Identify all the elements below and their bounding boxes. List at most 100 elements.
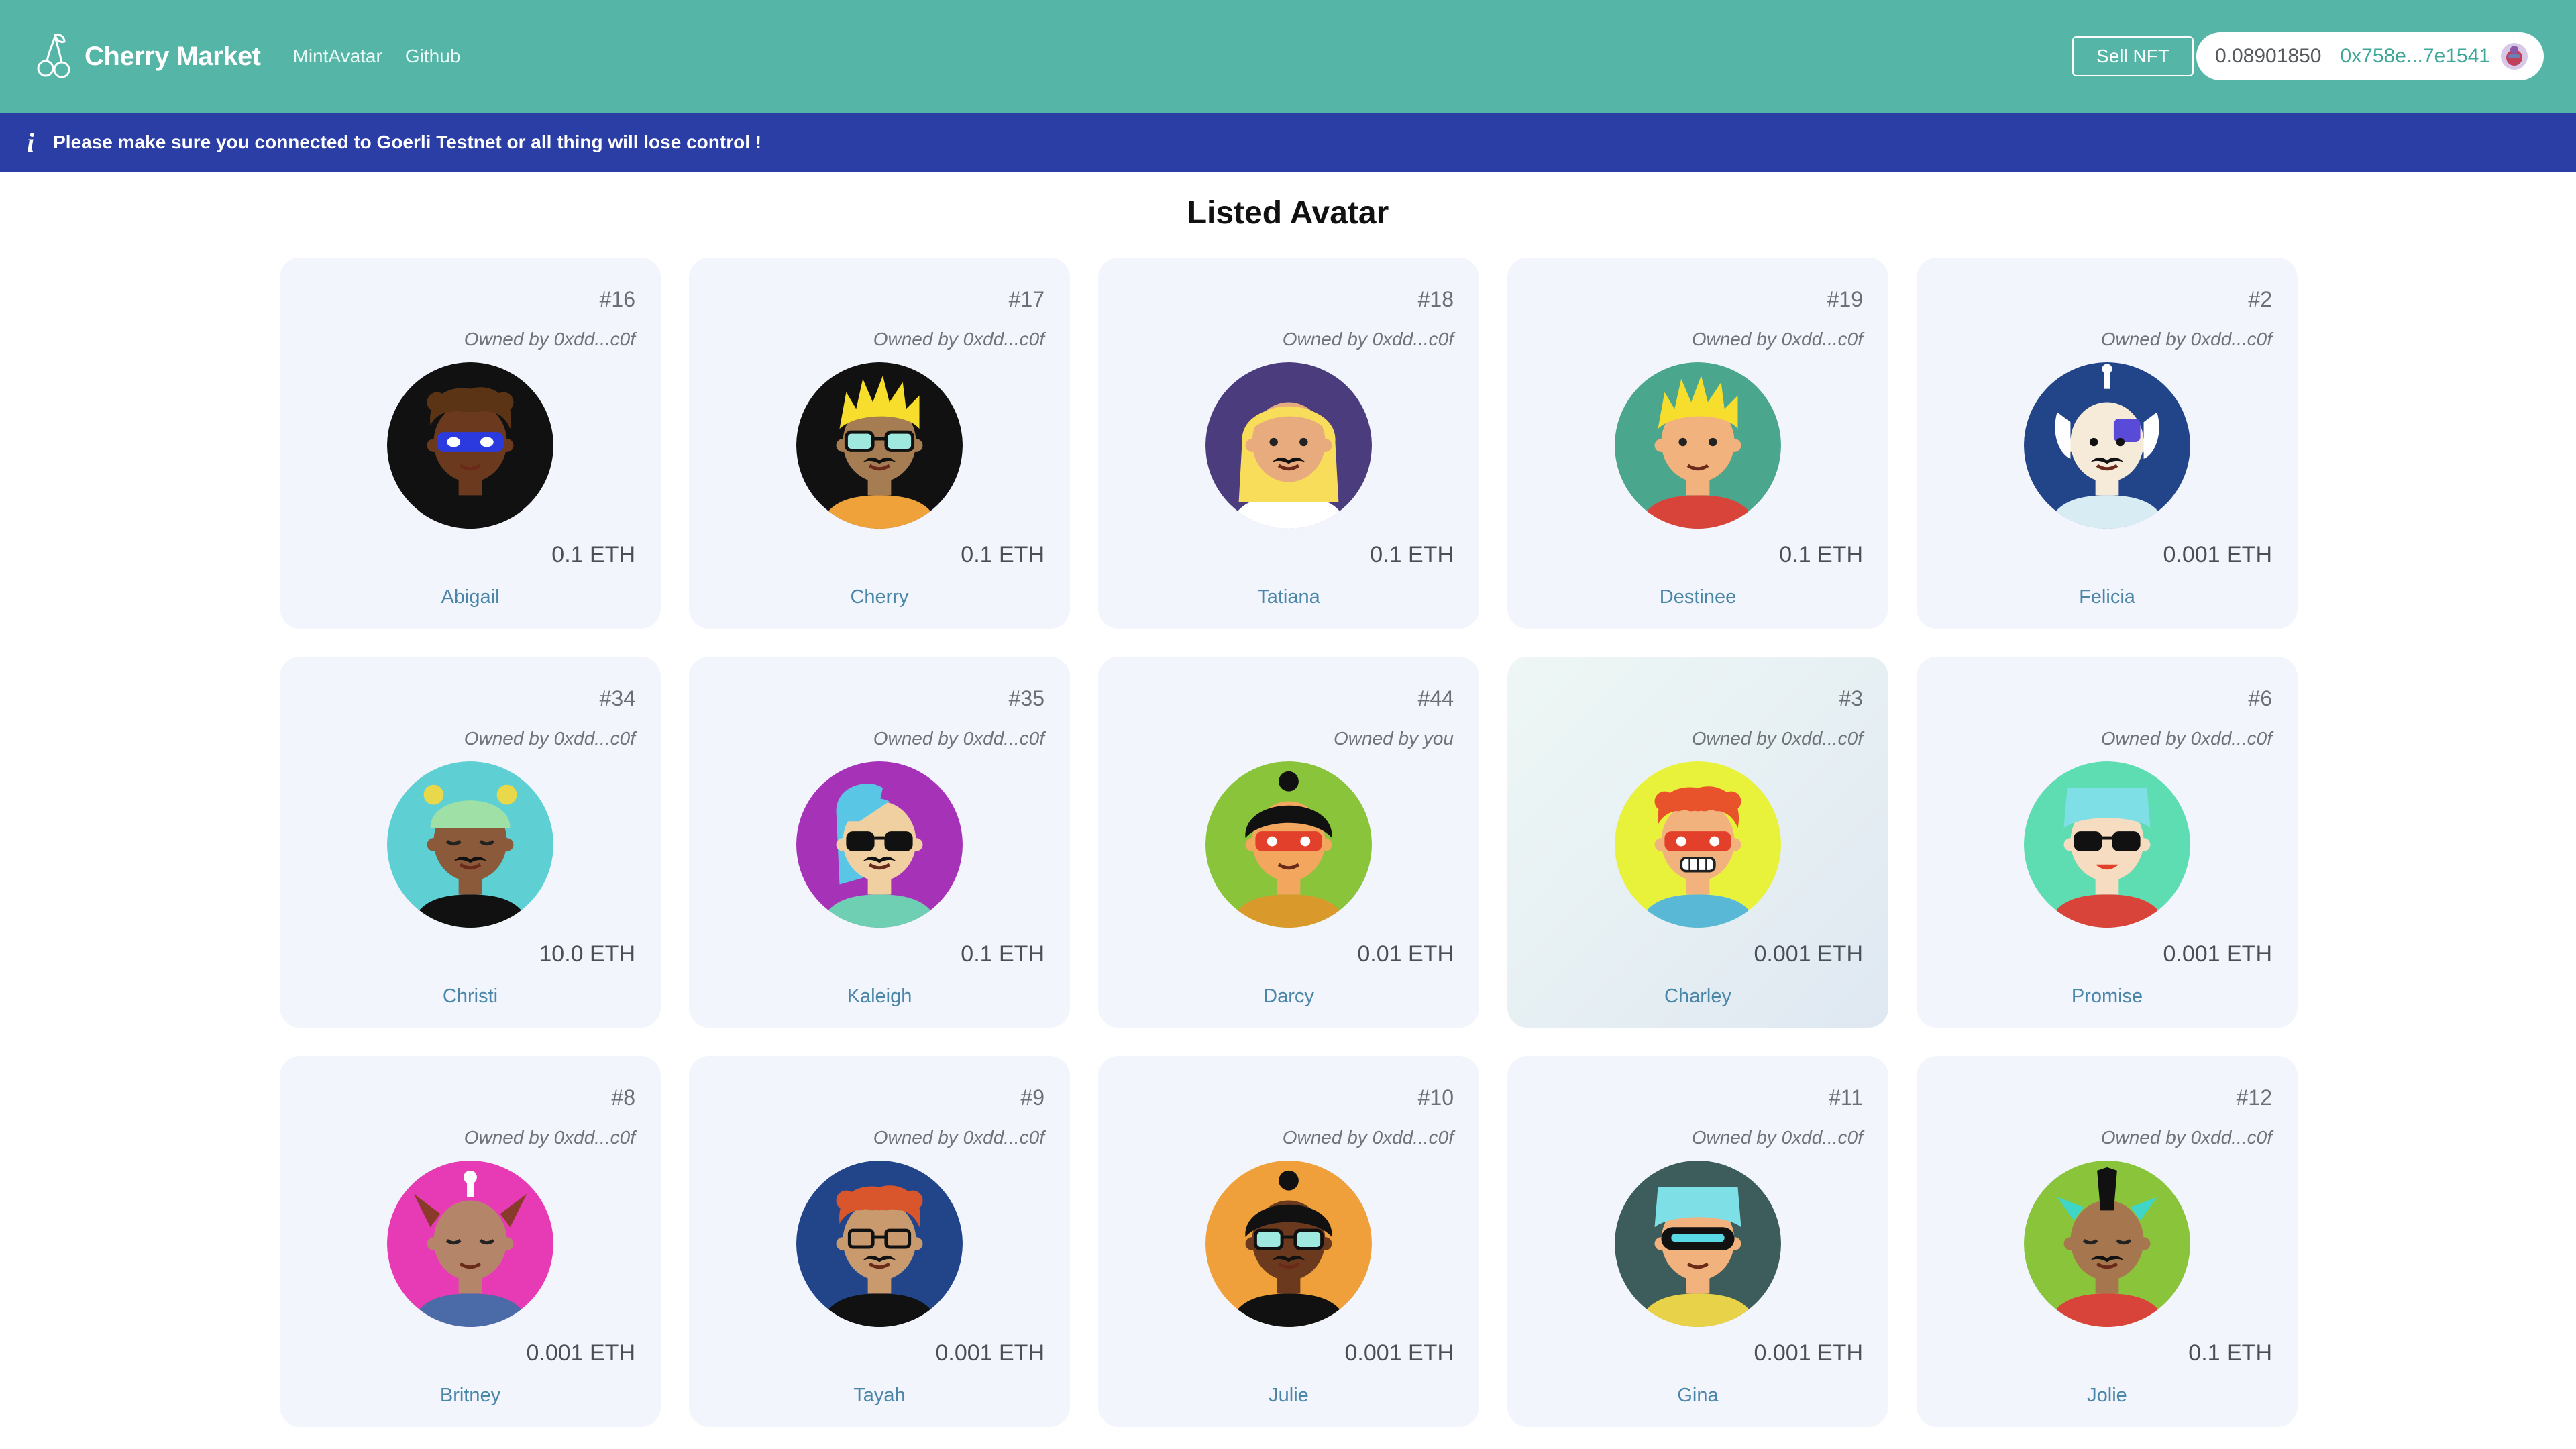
wallet-avatar-icon (2501, 43, 2528, 70)
brand[interactable]: Cherry Market (35, 32, 261, 80)
avatar-name-link[interactable]: Abigail (280, 586, 661, 608)
nav-link-github[interactable]: Github (405, 46, 461, 67)
token-id: #10 (1417, 1085, 1454, 1110)
avatar-name-link[interactable]: Jolie (1917, 1385, 2298, 1407)
avatar-name-link[interactable]: Darcy (1098, 985, 1479, 1008)
avatar-image (387, 362, 553, 529)
info-icon: i (27, 127, 35, 158)
wallet-pill[interactable]: 0.08901850 0x758e...7e1541 (2196, 32, 2544, 80)
token-id: #2 (2248, 287, 2272, 311)
avatar-image (1205, 362, 1372, 529)
token-id: #19 (1827, 287, 1863, 311)
price-label: 0.001 ETH (1344, 1340, 1454, 1366)
avatar-name-link[interactable]: Gina (1507, 1385, 1888, 1407)
avatar-card[interactable]: #10 Owned by 0xdd...c0f 0.001 ETH Julie (1098, 1056, 1479, 1427)
token-id: #18 (1417, 287, 1454, 311)
avatar-image (1615, 1161, 1781, 1327)
wallet-address[interactable]: 0x758e...7e1541 (2340, 45, 2490, 68)
owner-label: Owned by 0xdd...c0f (2100, 728, 2272, 749)
owner-label: Owned by 0xdd...c0f (1282, 1127, 1454, 1148)
price-label: 0.001 ETH (2163, 542, 2272, 568)
avatar-card[interactable]: #6 Owned by 0xdd...c0f 0.001 ETH Promise (1917, 657, 2298, 1028)
owner-label: Owned by 0xdd...c0f (2100, 329, 2272, 350)
price-label: 0.1 ETH (961, 542, 1044, 568)
price-label: 0.001 ETH (526, 1340, 635, 1366)
notice-text: Please make sure you connected to Goerli… (53, 131, 762, 152)
avatar-card[interactable]: #34 Owned by 0xdd...c0f 10.0 ETH Christi (280, 657, 661, 1028)
price-label: 0.1 ETH (551, 542, 635, 568)
avatar-image (796, 761, 963, 928)
brand-name: Cherry Market (85, 41, 261, 71)
avatar-name-link[interactable]: Destinee (1507, 586, 1888, 608)
owner-label: Owned by 0xdd...c0f (873, 329, 1044, 350)
avatar-image (2024, 1161, 2190, 1327)
avatar-name-link[interactable]: Kaleigh (689, 985, 1070, 1008)
price-label: 0.001 ETH (1754, 1340, 1863, 1366)
avatar-name-link[interactable]: Britney (280, 1385, 661, 1407)
avatar-name-link[interactable]: Tayah (689, 1385, 1070, 1407)
token-id: #8 (611, 1085, 635, 1110)
owner-label: Owned by 0xdd...c0f (464, 1127, 635, 1148)
price-label: 0.1 ETH (961, 941, 1044, 967)
nav-link-mint-avatar[interactable]: MintAvatar (293, 46, 382, 67)
avatar-card[interactable]: #35 Owned by 0xdd...c0f 0.1 ETH Kaleigh (689, 657, 1070, 1028)
avatar-card[interactable]: #9 Owned by 0xdd...c0f 0.001 ETH Tayah (689, 1056, 1070, 1427)
price-label: 0.1 ETH (2188, 1340, 2272, 1366)
avatar-card[interactable]: #8 Owned by 0xdd...c0f 0.001 ETH Britney (280, 1056, 661, 1427)
owner-label: Owned by 0xdd...c0f (1691, 1127, 1863, 1148)
token-id: #35 (1008, 686, 1044, 710)
owner-label: Owned by 0xdd...c0f (464, 329, 635, 350)
avatar-name-link[interactable]: Felicia (1917, 586, 2298, 608)
token-id: #17 (1008, 287, 1044, 311)
wallet-balance: 0.08901850 (2214, 45, 2322, 67)
avatar-card[interactable]: #3 Owned by 0xdd...c0f 0.001 ETH Charley (1507, 657, 1888, 1028)
avatar-image (796, 1161, 963, 1327)
avatar-card[interactable]: #16 Owned by 0xdd...c0f 0.1 ETH Abigail (280, 258, 661, 629)
owner-label: Owned by 0xdd...c0f (873, 1127, 1044, 1148)
avatar-card[interactable]: #17 Owned by 0xdd...c0f 0.1 ETH Cherry (689, 258, 1070, 629)
avatar-card[interactable]: #44 Owned by you 0.01 ETH Darcy (1098, 657, 1479, 1028)
token-id: #44 (1417, 686, 1454, 710)
token-id: #12 (2236, 1085, 2272, 1110)
price-label: 0.1 ETH (1779, 542, 1863, 568)
avatar-card[interactable]: #19 Owned by 0xdd...c0f 0.1 ETH Destinee (1507, 258, 1888, 629)
avatar-card[interactable]: #12 Owned by 0xdd...c0f 0.1 ETH Jolie (1917, 1056, 2298, 1427)
owner-label: Owned by you (1334, 728, 1454, 749)
avatar-name-link[interactable]: Julie (1098, 1385, 1479, 1407)
token-id: #9 (1020, 1085, 1044, 1110)
avatar-image (1615, 362, 1781, 529)
owner-label: Owned by 0xdd...c0f (873, 728, 1044, 749)
cherry-logo-icon (37, 34, 70, 78)
token-id: #11 (1828, 1085, 1863, 1110)
avatar-card[interactable]: #18 Owned by 0xdd...c0f 0.1 ETH Tatiana (1098, 258, 1479, 629)
avatar-card[interactable]: #2 Owned by 0xdd...c0f 0.001 ETH Felicia (1917, 258, 2298, 629)
avatar-image (796, 362, 963, 529)
avatar-image (387, 1161, 553, 1327)
top-nav-bar: Cherry Market MintAvatar Github Sell NFT… (0, 0, 2576, 113)
avatar-card[interactable]: #11 Owned by 0xdd...c0f 0.001 ETH Gina (1507, 1056, 1888, 1427)
token-id: #16 (599, 287, 635, 311)
sell-nft-button[interactable]: Sell NFT (2072, 36, 2194, 76)
owner-label: Owned by 0xdd...c0f (1282, 329, 1454, 350)
page-title: Listed Avatar (1187, 195, 1389, 231)
avatar-image (387, 761, 553, 928)
main-nav: MintAvatar Github (293, 46, 484, 67)
avatar-name-link[interactable]: Promise (1917, 985, 2298, 1008)
avatar-image (1205, 1161, 1372, 1327)
token-id: #3 (1839, 686, 1863, 710)
avatar-name-link[interactable]: Cherry (689, 586, 1070, 608)
avatar-image (2024, 362, 2190, 529)
network-notice-banner: i Please make sure you connected to Goer… (0, 113, 2576, 172)
price-label: 10.0 ETH (539, 941, 635, 967)
owner-label: Owned by 0xdd...c0f (2100, 1127, 2272, 1148)
price-label: 0.1 ETH (1370, 542, 1454, 568)
avatar-name-link[interactable]: Tatiana (1098, 586, 1479, 608)
avatar-image (1205, 761, 1372, 928)
avatar-name-link[interactable]: Christi (280, 985, 661, 1008)
token-id: #34 (599, 686, 635, 710)
avatar-image (1615, 761, 1781, 928)
price-label: 0.01 ETH (1357, 941, 1454, 967)
owner-label: Owned by 0xdd...c0f (1691, 728, 1863, 749)
owner-label: Owned by 0xdd...c0f (464, 728, 635, 749)
avatar-name-link[interactable]: Charley (1507, 985, 1888, 1008)
